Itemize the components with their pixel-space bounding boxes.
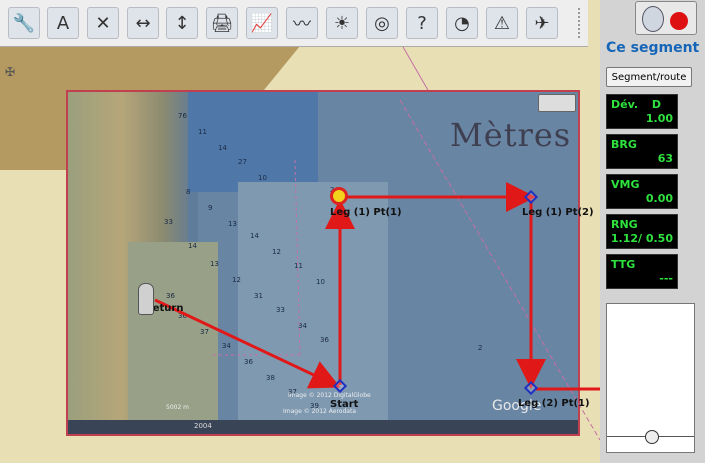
panel-title: Ce segment [606, 40, 700, 56]
instruments-button[interactable]: ◔ [446, 7, 478, 39]
waypoint-label[interactable]: Leg (1) Pt(1) [330, 207, 402, 218]
compass-icon [642, 6, 664, 32]
mob-alarm-icon: ⚠ [493, 12, 511, 34]
toolbar-grip[interactable] [578, 8, 584, 38]
waypoint-label[interactable]: Leg (2) Pt(1) [518, 398, 590, 409]
route-chart-button[interactable]: 📈 [246, 7, 278, 39]
route-chart-icon: 📈 [250, 12, 274, 34]
vertical-scale-button[interactable]: ↕ [166, 7, 198, 39]
dev-side: D [651, 98, 661, 111]
horizontal-scale-icon: ↔ [135, 12, 151, 34]
vertical-scale-icon: ↕ [174, 12, 190, 34]
waypoint-label[interactable]: Start [330, 399, 358, 410]
main-toolbar: 🔧 A ✕ ↔ ↕ 🖨 📈 〰 ☀ ◎? ◔ ⚠ ✈ [0, 0, 588, 47]
ttg-instrument: TTG --- [606, 254, 678, 289]
boat-position-icon [645, 430, 659, 444]
chart-canvas[interactable]: ✠ 76 11 14 27 10 8 9 13 14 12 11 10 14 13 12 31 33 34 36 33… [0, 0, 600, 463]
compass-mob-button[interactable] [635, 1, 697, 35]
rng-instrument: RNG 1.12/ 0.50 [606, 214, 678, 249]
printer-icon: 🖨 [210, 12, 234, 34]
printer-button[interactable]: 🖨 [206, 7, 238, 39]
mob-alarm-button[interactable]: ⚠ [486, 7, 518, 39]
record-icon [670, 12, 688, 30]
deviation-graph [606, 303, 695, 453]
instruments-icon: ◔ [454, 12, 470, 34]
dev-instrument: Dév. D 1.00 [606, 94, 678, 129]
delete-button[interactable]: ✕ [87, 7, 119, 39]
help-icon: ? [417, 12, 427, 34]
lifebuoy-icon: ◎ [374, 12, 390, 34]
vmg-instrument: VMG 0.00 [606, 174, 678, 209]
wrench-button[interactable]: 🔧 [8, 7, 40, 39]
segment-panel: Ce segment Segment/route Dév. D 1.00 BRG… [600, 0, 705, 463]
add-text-icon: A [56, 12, 70, 34]
helicopter-icon: ✈ [534, 12, 550, 34]
helicopter-button[interactable]: ✈ [526, 7, 558, 39]
draw-route-button[interactable]: 〰 [286, 7, 318, 39]
wrench-icon: 🔧 [12, 12, 36, 34]
route-layer [154, 182, 600, 391]
active-waypoint-icon[interactable] [330, 187, 348, 205]
draw-route-icon: 〰 [293, 14, 311, 35]
waypoint-label[interactable]: Leg (1) Pt(2) [522, 207, 594, 218]
brg-instrument: BRG 63 [606, 134, 678, 169]
horizontal-scale-button[interactable]: ↔ [127, 7, 159, 39]
sunset-button[interactable]: ☀ [326, 7, 358, 39]
boat-icon[interactable] [138, 283, 154, 315]
segment-route-button[interactable]: Segment/route [606, 67, 692, 87]
add-text-button[interactable]: A [47, 7, 79, 39]
lifebuoy-button[interactable]: ◎ [366, 7, 398, 39]
help-button[interactable]: ? [406, 7, 438, 39]
delete-icon: ✕ [95, 12, 111, 34]
sunset-icon: ☀ [333, 12, 351, 34]
